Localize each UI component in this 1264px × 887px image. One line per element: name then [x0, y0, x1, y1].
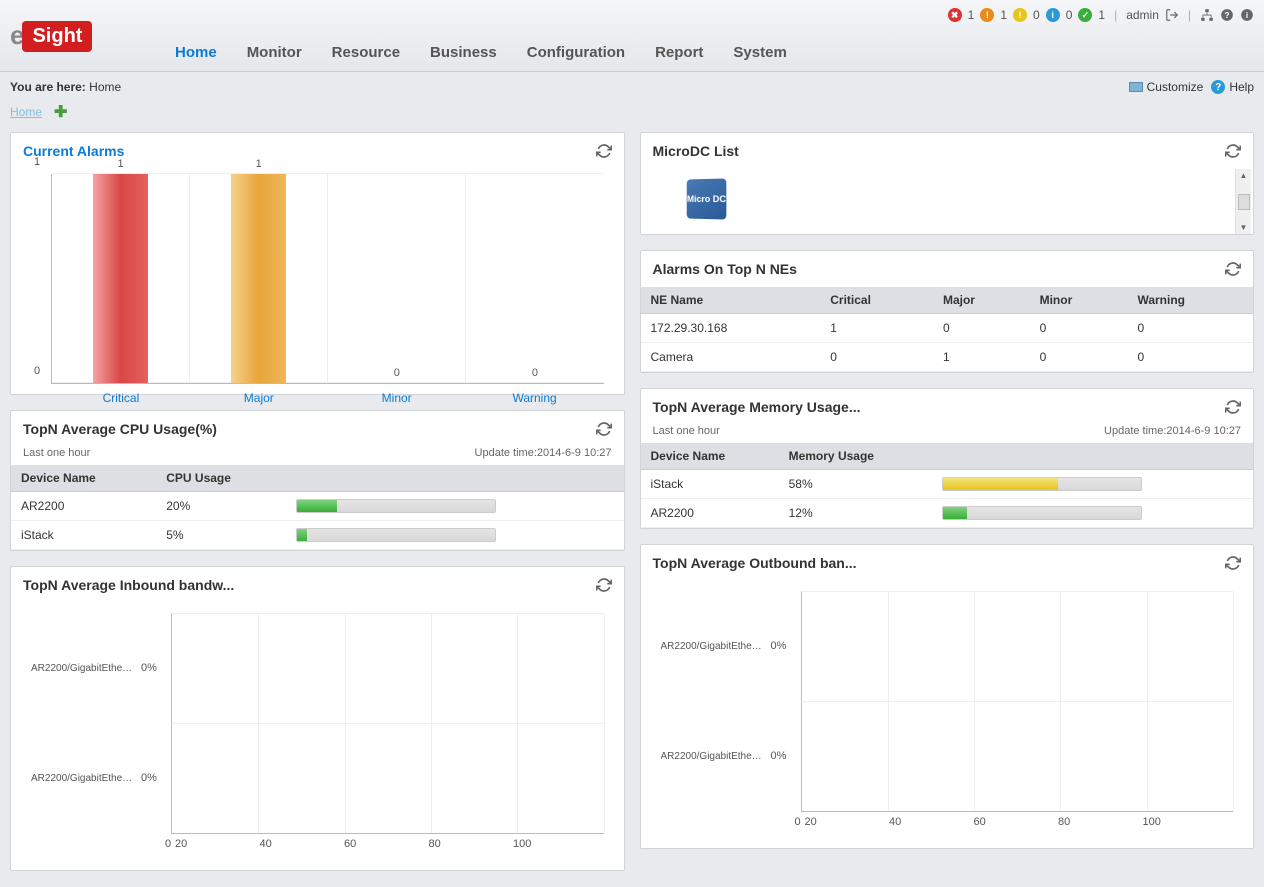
- nav-home[interactable]: Home: [175, 44, 217, 61]
- left-column: Current Alarms 011100CriticalMajorMinorW…: [10, 132, 625, 871]
- col-header: CPU Usage: [156, 465, 286, 492]
- panel-current-alarms: Current Alarms 011100CriticalMajorMinorW…: [10, 132, 625, 395]
- customize-icon: [1129, 82, 1143, 92]
- chart-category[interactable]: Critical: [52, 391, 190, 405]
- top-status-bar: ✖1 !1 !0 i0 ✓1 | admin | ? i: [948, 8, 1254, 22]
- table-row[interactable]: AR220020%: [11, 492, 624, 521]
- status-info-count: 0: [1066, 8, 1073, 22]
- status-ok-count: 1: [1098, 8, 1105, 22]
- help-link[interactable]: ?Help: [1211, 80, 1254, 94]
- customize-link[interactable]: Customize: [1129, 80, 1204, 94]
- panel-title: Alarms On Top N NEs: [653, 261, 797, 277]
- nav-report[interactable]: Report: [655, 44, 703, 61]
- question-icon: ?: [1211, 80, 1225, 94]
- nav-resource[interactable]: Resource: [332, 44, 400, 61]
- status-critical-icon[interactable]: ✖: [948, 8, 962, 22]
- col-header: Warning: [1127, 287, 1253, 314]
- memory-table: Device NameMemory Usage iStack58%AR22001…: [641, 443, 1254, 528]
- panel-subtitle-right: Update time:2014-6-9 10:27: [475, 447, 612, 459]
- status-major-count: 1: [1000, 8, 1007, 22]
- inbound-chart: AR2200/GigabitEthern...0%AR2200/GigabitE…: [11, 603, 624, 870]
- breadcrumb: You are here: Home: [10, 80, 121, 94]
- right-column: MicroDC List Micro DC ▲▼ Alarms On Top N…: [640, 132, 1255, 871]
- page-tabs: Home ✚: [0, 102, 1264, 122]
- refresh-icon[interactable]: [1225, 555, 1241, 571]
- logo: eSight: [10, 20, 92, 54]
- table-row[interactable]: iStack5%: [11, 521, 624, 550]
- logout-icon[interactable]: [1165, 8, 1179, 22]
- svg-text:i: i: [1246, 11, 1248, 20]
- panel-cpu-usage: TopN Average CPU Usage(%) Last one hour U…: [10, 410, 625, 551]
- nav-configuration[interactable]: Configuration: [527, 44, 625, 61]
- dashboard: Current Alarms 011100CriticalMajorMinorW…: [0, 122, 1264, 881]
- col-header: Device Name: [11, 465, 156, 492]
- sitemap-icon[interactable]: [1200, 8, 1214, 22]
- status-ok-icon[interactable]: ✓: [1078, 8, 1092, 22]
- col-header: Memory Usage: [779, 443, 933, 470]
- info-icon[interactable]: i: [1240, 8, 1254, 22]
- breadcrumb-bar: You are here: Home Customize ?Help: [0, 72, 1264, 102]
- panel-subtitle-left: Last one hour: [653, 425, 720, 437]
- col-header: NE Name: [641, 287, 821, 314]
- col-header: Critical: [820, 287, 933, 314]
- refresh-icon[interactable]: [596, 143, 612, 159]
- col-header: Minor: [1030, 287, 1128, 314]
- chart-category[interactable]: Minor: [328, 391, 466, 405]
- logo-name: Sight: [22, 21, 92, 52]
- scrollbar[interactable]: ▲▼: [1235, 169, 1251, 234]
- panel-title: TopN Average Inbound bandw...: [23, 577, 234, 593]
- panel-title: MicroDC List: [653, 143, 739, 159]
- chart-row: AR2200/GigabitEthern...0%: [661, 591, 1234, 701]
- panel-alarms-top-n: Alarms On Top N NEs NE NameCriticalMajor…: [640, 250, 1255, 373]
- table-row[interactable]: AR220012%: [641, 499, 1254, 528]
- col-header: Major: [933, 287, 1030, 314]
- panel-subtitle-right: Update time:2014-6-9 10:27: [1104, 425, 1241, 437]
- panel-microdc-list: MicroDC List Micro DC ▲▼: [640, 132, 1255, 235]
- chart-row: AR2200/GigabitEthern...0%: [31, 613, 604, 723]
- main-nav: Home Monitor Resource Business Configuration…: [175, 44, 817, 61]
- chart-category[interactable]: Major: [190, 391, 328, 405]
- microdc-item[interactable]: Micro DC: [686, 178, 726, 219]
- scroll-down-icon[interactable]: ▼: [1240, 223, 1248, 232]
- panel-title: TopN Average Outbound ban...: [653, 555, 857, 571]
- nav-business[interactable]: Business: [430, 44, 497, 61]
- svg-text:?: ?: [1225, 11, 1230, 20]
- user-label[interactable]: admin: [1126, 8, 1159, 22]
- status-info-icon[interactable]: i: [1046, 8, 1060, 22]
- chart-row: AR2200/GigabitEthern...0%: [31, 723, 604, 833]
- scroll-thumb[interactable]: [1238, 194, 1250, 210]
- alarms-top-table: NE NameCriticalMajorMinorWarning172.29.3…: [641, 287, 1254, 372]
- cpu-table: Device NameCPU Usage AR220020%iStack5%: [11, 465, 624, 550]
- refresh-icon[interactable]: [1225, 399, 1241, 415]
- refresh-icon[interactable]: [1225, 143, 1241, 159]
- table-row[interactable]: 172.29.30.1681000: [641, 314, 1254, 343]
- nav-system[interactable]: System: [733, 44, 786, 61]
- panel-title: TopN Average Memory Usage...: [653, 399, 861, 415]
- scroll-up-icon[interactable]: ▲: [1240, 171, 1248, 180]
- nav-monitor[interactable]: Monitor: [247, 44, 302, 61]
- outbound-chart: AR2200/GigabitEthern...0%AR2200/GigabitE…: [641, 581, 1254, 848]
- status-critical-count: 1: [968, 8, 975, 22]
- refresh-icon[interactable]: [596, 577, 612, 593]
- top-bar: eSight Home Monitor Resource Business Config…: [0, 0, 1264, 72]
- panel-inbound-bandwidth: TopN Average Inbound bandw... AR2200/Gig…: [10, 566, 625, 871]
- panel-outbound-bandwidth: TopN Average Outbound ban... AR2200/Giga…: [640, 544, 1255, 849]
- status-warning-count: 0: [1033, 8, 1040, 22]
- refresh-icon[interactable]: [1225, 261, 1241, 277]
- table-row[interactable]: Camera0100: [641, 343, 1254, 372]
- add-tab-button[interactable]: ✚: [54, 102, 67, 122]
- chart-category[interactable]: Warning: [466, 391, 604, 405]
- chart-row: AR2200/GigabitEthern...0%: [661, 701, 1234, 811]
- table-row[interactable]: iStack58%: [641, 470, 1254, 499]
- tab-home[interactable]: Home: [10, 105, 42, 119]
- refresh-icon[interactable]: [596, 421, 612, 437]
- panel-memory-usage: TopN Average Memory Usage... Last one ho…: [640, 388, 1255, 529]
- status-major-icon[interactable]: !: [980, 8, 994, 22]
- alarm-bar-chart: 011100CriticalMajorMinorWarning: [51, 174, 604, 384]
- col-header: Device Name: [641, 443, 779, 470]
- status-warning-icon[interactable]: !: [1013, 8, 1027, 22]
- panel-subtitle-left: Last one hour: [23, 447, 90, 459]
- panel-title: TopN Average CPU Usage(%): [23, 421, 217, 437]
- help-icon[interactable]: ?: [1220, 8, 1234, 22]
